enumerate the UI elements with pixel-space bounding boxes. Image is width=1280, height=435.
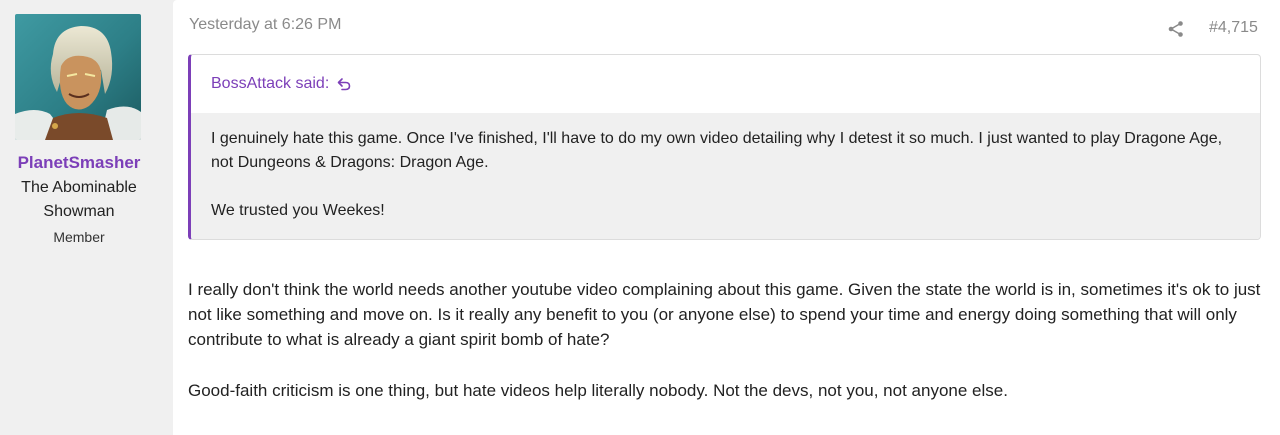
quote-header: BossAttack said: [191,55,1260,113]
username[interactable]: PlanetSmasher [0,152,158,174]
user-title: The Abominable Showman [21,179,137,220]
post-number[interactable]: #4,715 [1209,19,1258,37]
post-paragraph: Good-faith criticism is one thing, but h… [188,381,1008,400]
post-timestamp[interactable]: Yesterday at 6:26 PM [189,16,341,34]
quote-block: BossAttack said: I genuinely hate this g… [188,54,1261,240]
avatar[interactable] [15,14,141,140]
user-info-column: PlanetSmasher The Abominable Showman Mem… [0,0,158,435]
jump-to-quote-icon[interactable] [337,77,351,91]
quote-paragraph: I genuinely hate this game. Once I've fi… [211,130,1223,171]
quote-content: I genuinely hate this game. Once I've fi… [191,113,1260,239]
post-body: I really don't think the world needs ano… [188,277,1263,403]
post-container: Yesterday at 6:26 PM #4,715 BossAttack s… [173,0,1280,435]
user-role: Member [53,229,105,245]
quote-paragraph: We trusted you Weekes! [211,202,385,219]
quote-attribution[interactable]: BossAttack said: [211,75,329,93]
post-paragraph: I really don't think the world needs ano… [188,280,1261,349]
share-icon[interactable] [1166,19,1186,39]
